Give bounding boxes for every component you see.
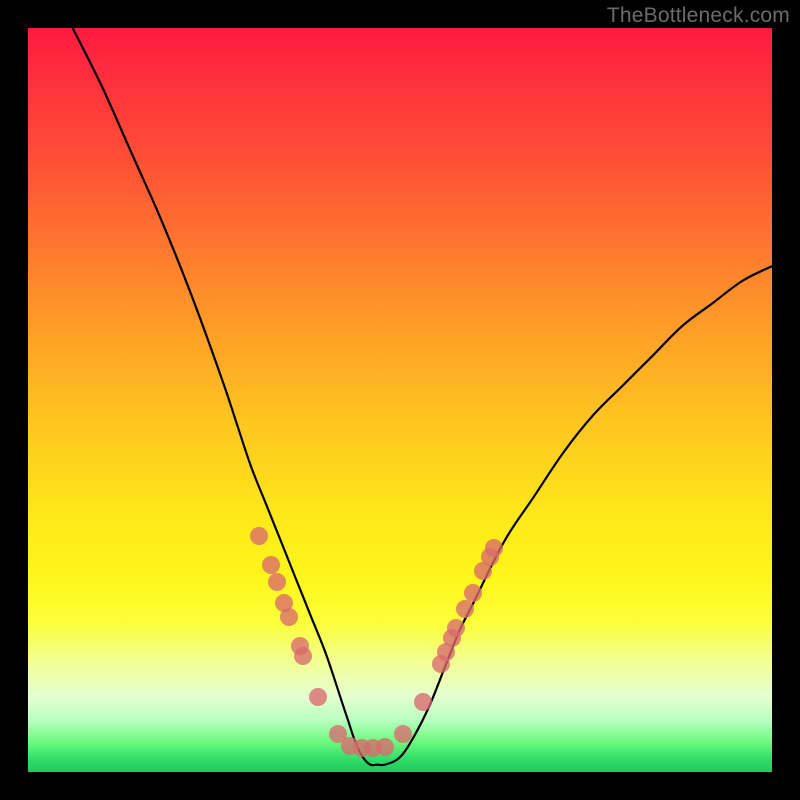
chart-plot-area bbox=[28, 28, 772, 772]
marker-dot bbox=[268, 573, 286, 591]
bottleneck-curve-path bbox=[73, 28, 772, 765]
marker-dot bbox=[250, 527, 268, 545]
marker-dot bbox=[376, 738, 394, 756]
marker-dot bbox=[485, 539, 503, 557]
marker-dot bbox=[309, 688, 327, 706]
marker-dot bbox=[456, 600, 474, 618]
marker-dot bbox=[280, 608, 298, 626]
marker-dot bbox=[464, 584, 482, 602]
bottleneck-curve-svg bbox=[28, 28, 772, 772]
marker-dot bbox=[262, 556, 280, 574]
marker-dot bbox=[294, 647, 312, 665]
marker-dot bbox=[394, 725, 412, 743]
chart-frame: TheBottleneck.com bbox=[0, 0, 800, 800]
watermark-text: TheBottleneck.com bbox=[607, 4, 790, 28]
marker-dot bbox=[447, 619, 465, 637]
marker-dot bbox=[414, 693, 432, 711]
